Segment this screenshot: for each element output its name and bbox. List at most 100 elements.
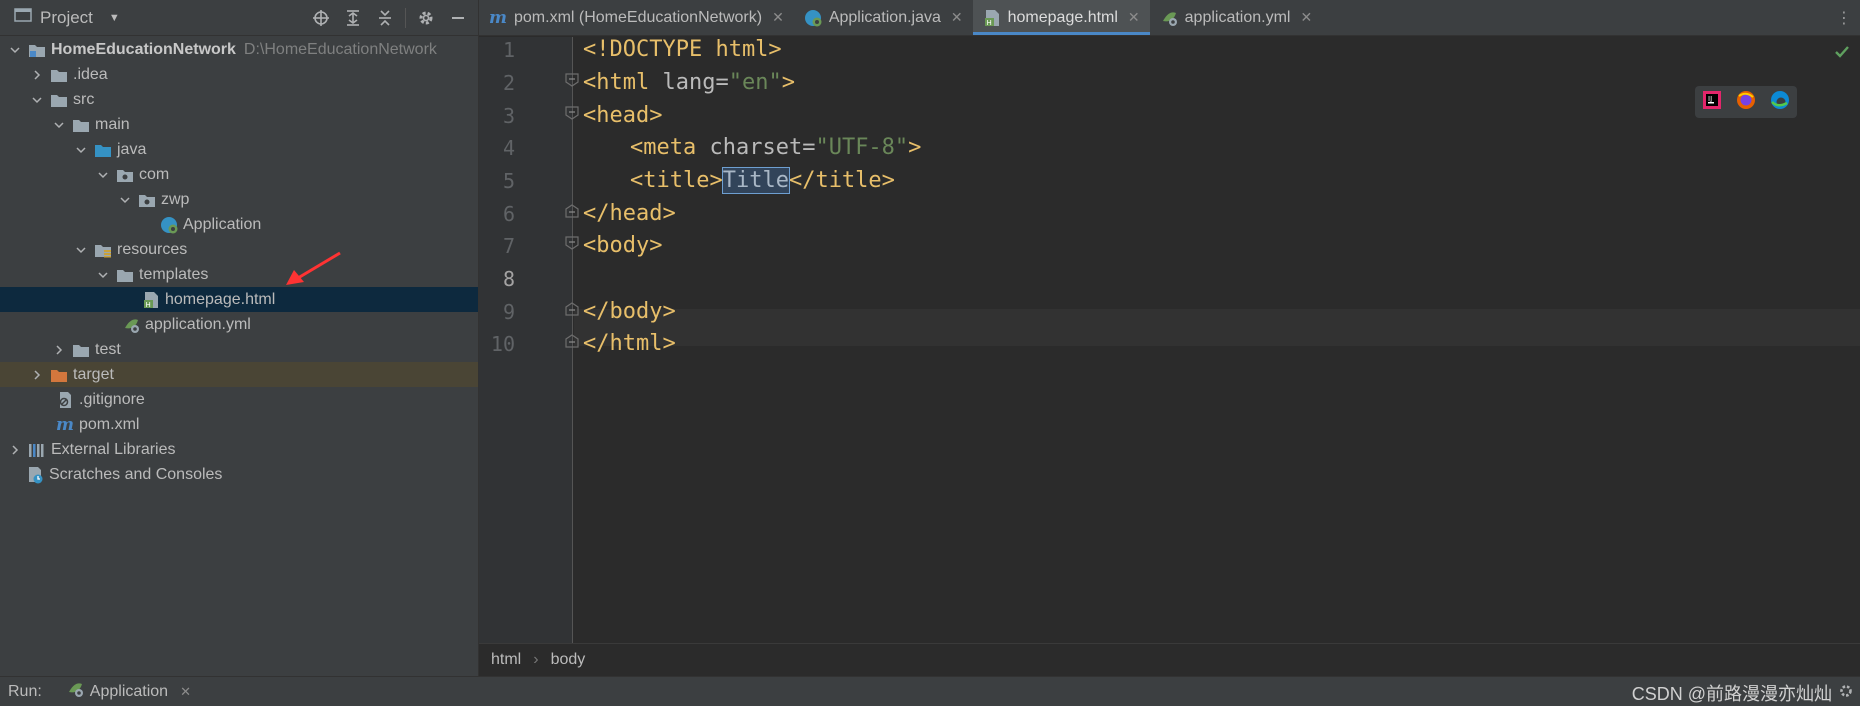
tab-label: application.yml — [1184, 8, 1291, 26]
chevron-down-icon[interactable] — [8, 43, 22, 57]
locate-icon[interactable] — [307, 4, 335, 32]
tab-homepage-html[interactable]: H homepage.html ✕ — [972, 0, 1150, 35]
spring-boot-run-icon — [66, 680, 84, 703]
chevron-down-icon[interactable] — [96, 268, 110, 282]
hide-icon[interactable] — [444, 4, 472, 32]
run-tool-window-bar: Run: Application ✕ CSDN @前路漫漫亦灿灿 — [0, 676, 1860, 706]
tab-application-java[interactable]: Application.java ✕ — [794, 0, 973, 35]
code-tag: <body> — [583, 233, 663, 258]
expand-all-icon[interactable] — [339, 4, 367, 32]
code-line-10: </html> — [583, 331, 676, 357]
code-line-2: <html lang="en"> — [583, 70, 795, 96]
editor-tab-bar: m pom.xml (HomeEducationNetwork) ✕ Appli… — [479, 0, 1860, 36]
tree-item-templates[interactable]: templates — [0, 262, 478, 287]
tree-item-java[interactable]: java — [0, 137, 478, 162]
fold-marker-icon[interactable] — [564, 203, 580, 219]
chevron-right-icon[interactable] — [8, 443, 22, 457]
chevron-down-icon[interactable] — [52, 118, 66, 132]
svg-text:IJ: IJ — [1708, 95, 1712, 103]
tree-item-pom-xml[interactable]: m pom.xml — [0, 412, 478, 437]
chevron-down-icon[interactable] — [30, 93, 44, 107]
line-number: 3 — [502, 104, 515, 128]
line-number: 7 — [502, 234, 515, 258]
fold-marker-icon[interactable] — [564, 333, 580, 349]
chevron-down-icon[interactable] — [74, 243, 88, 257]
code-text-highlighted[interactable]: Title — [721, 167, 790, 194]
chevron-right-icon[interactable] — [30, 68, 44, 82]
code-line-1: <!DOCTYPE html> — [583, 37, 782, 63]
tree-item-application-yml[interactable]: application.yml — [0, 312, 478, 337]
breadcrumb-item-html[interactable]: html — [491, 651, 521, 669]
folder-icon — [116, 266, 134, 284]
tree-item-gitignore[interactable]: .gitignore — [0, 387, 478, 412]
folder-icon — [50, 66, 68, 84]
gitignore-file-icon — [56, 391, 74, 409]
tree-item-label: src — [73, 90, 95, 108]
intellij-icon[interactable]: IJ — [1702, 90, 1722, 115]
tree-item-label: java — [117, 140, 147, 158]
tab-pom-xml[interactable]: m pom.xml (HomeEducationNetwork) ✕ — [479, 0, 794, 35]
browser-preview-toolbar: IJ — [1695, 86, 1797, 118]
close-icon[interactable]: ✕ — [1128, 9, 1140, 26]
toolbar-separator — [405, 8, 406, 28]
chevron-right-icon[interactable] — [30, 368, 44, 382]
spring-boot-class-icon — [804, 9, 822, 27]
fold-marker-icon[interactable] — [564, 235, 580, 251]
tab-application-yml[interactable]: application.yml ✕ — [1150, 0, 1323, 35]
code-attr: lang= — [649, 70, 729, 95]
tree-item-application-class[interactable]: Application — [0, 212, 478, 237]
code-string: "UTF-8" — [815, 135, 909, 160]
chevron-down-icon[interactable] — [118, 193, 132, 207]
chevron-down-icon[interactable]: ▼ — [109, 12, 120, 24]
fold-marker-icon[interactable] — [564, 301, 580, 317]
close-icon[interactable]: ✕ — [772, 9, 784, 26]
tree-item-project-root[interactable]: HomeEducationNetwork D:\HomeEducationNet… — [0, 37, 478, 62]
code-editor[interactable]: 1 2 3 4 5 6 7 8 9 10 <!DOCTYPE html> <ht… — [479, 37, 1860, 643]
breadcrumb-item-body[interactable]: body — [551, 651, 586, 669]
project-view-selector[interactable]: Project ▼ — [14, 7, 120, 28]
source-folder-icon — [94, 141, 112, 159]
code-tag: </title> — [788, 168, 895, 193]
tree-item-test[interactable]: test — [0, 337, 478, 362]
gear-icon[interactable] — [1838, 683, 1854, 704]
tree-item-zwp[interactable]: zwp — [0, 187, 478, 212]
more-options-icon[interactable]: ⋮ — [1836, 8, 1852, 28]
tree-item-com[interactable]: com — [0, 162, 478, 187]
close-icon[interactable]: ✕ — [1300, 9, 1312, 26]
folder-icon — [50, 91, 68, 109]
checkmark-icon[interactable] — [1834, 45, 1850, 59]
edge-icon[interactable] — [1770, 90, 1790, 115]
firefox-icon[interactable] — [1736, 90, 1756, 115]
tree-item-homepage-html[interactable]: H homepage.html — [0, 287, 478, 312]
code-tag: <meta — [630, 135, 697, 160]
gear-icon[interactable] — [412, 4, 440, 32]
code-line-4: <meta charset="UTF-8"> — [630, 135, 921, 161]
chevron-down-icon[interactable] — [96, 168, 110, 182]
tree-item-idea[interactable]: .idea — [0, 62, 478, 87]
code-line-7: <body> — [583, 233, 662, 259]
tree-item-main[interactable]: main — [0, 112, 478, 137]
tree-item-src[interactable]: src — [0, 87, 478, 112]
code-line-6: </head> — [583, 201, 676, 227]
tree-item-resources[interactable]: resources — [0, 237, 478, 262]
tree-item-scratches[interactable]: Scratches and Consoles — [0, 462, 478, 487]
chevron-right-icon[interactable] — [52, 343, 66, 357]
folder-icon — [72, 116, 90, 134]
close-icon[interactable]: ✕ — [180, 684, 191, 700]
code-line-9: </body> — [583, 299, 676, 325]
tree-item-target[interactable]: target — [0, 362, 478, 387]
tree-item-label: resources — [117, 240, 188, 258]
breadcrumb-separator-icon: › — [533, 651, 539, 668]
tree-item-label: com — [139, 165, 170, 183]
collapse-all-icon[interactable] — [371, 4, 399, 32]
fold-marker-icon[interactable] — [564, 72, 580, 88]
module-folder-icon — [28, 41, 46, 59]
fold-marker-icon[interactable] — [564, 105, 580, 121]
run-tab-label: Application — [89, 682, 169, 700]
close-icon[interactable]: ✕ — [951, 9, 963, 26]
run-tab-application[interactable]: Application ✕ — [66, 680, 191, 703]
line-number: 10 — [490, 332, 515, 356]
tree-item-external-libraries[interactable]: External Libraries — [0, 437, 478, 462]
svg-text:H: H — [146, 301, 151, 309]
chevron-down-icon[interactable] — [74, 143, 88, 157]
